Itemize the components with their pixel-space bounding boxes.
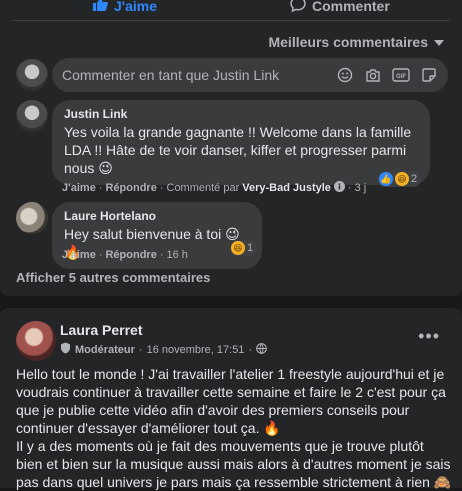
comment-time[interactable]: 3 j <box>355 182 367 194</box>
divider <box>12 20 450 21</box>
show-more-comments-link[interactable]: Afficher 5 autres commentaires <box>16 270 210 285</box>
comment-like-link[interactable]: J'aime <box>62 182 96 194</box>
comment-meta: J'aime · Répondre · Commenté par Very-Ba… <box>62 181 367 195</box>
comment-input-placeholder: Commenter en tant que Justin Link <box>62 67 280 83</box>
comment-meta: J'aime · Répondre · 16 h <box>62 249 188 261</box>
current-user-avatar[interactable] <box>16 59 48 91</box>
post-author[interactable]: Laura Perret <box>60 322 142 338</box>
like-button[interactable]: J'aime <box>92 0 157 15</box>
commenter-avatar[interactable] <box>16 100 48 132</box>
comment-reply-link[interactable]: Répondre <box>105 182 156 194</box>
svg-text:GIF: GIF <box>396 74 406 80</box>
comment-author[interactable]: Justin Link <box>64 107 418 121</box>
speech-bubble-icon <box>290 0 306 15</box>
comment-label: Commenter <box>312 0 390 14</box>
reaction-summary[interactable]: 👍 😆 2 <box>377 171 422 187</box>
comment-text: Yes voila la grande gagnante !! Welcome … <box>64 124 412 176</box>
comment-reply-link[interactable]: Répondre <box>105 249 156 261</box>
like-label: J'aime <box>114 0 158 14</box>
sort-comments-dropdown[interactable]: Meilleurs commentaires <box>268 34 444 50</box>
reaction-summary[interactable]: 😆 1 <box>229 240 258 256</box>
comment-like-link[interactable]: J'aime <box>62 249 96 261</box>
comments-card: J'aime Commenter Meilleurs commentaires … <box>0 0 462 296</box>
sort-label: Meilleurs commentaires <box>268 34 428 50</box>
comment-author[interactable]: Laure Hortelano <box>64 209 250 223</box>
reaction-count: 2 <box>411 173 418 185</box>
comment-time[interactable]: 16 h <box>167 249 188 261</box>
more-options-icon[interactable]: ••• <box>418 326 440 347</box>
comment-bubble: Justin Link Yes voila la grande gagnante… <box>52 100 430 185</box>
thumbs-up-icon <box>92 0 108 15</box>
sticker-icon[interactable] <box>420 66 438 84</box>
gif-icon[interactable]: GIF <box>392 66 410 84</box>
moderator-shield-icon <box>60 342 71 357</box>
commenter-avatar[interactable] <box>16 202 48 234</box>
post-author-role: Modérateur <box>75 343 135 356</box>
comment-button[interactable]: Commenter <box>290 0 390 15</box>
post-author-avatar[interactable] <box>16 321 56 361</box>
camera-icon[interactable] <box>364 66 382 84</box>
comment-input-tools: GIF <box>336 66 438 84</box>
globe-icon <box>256 342 267 357</box>
emoji-icon[interactable] <box>336 66 354 84</box>
post-card: Laura Perret Modérateur · 16 novembre, 1… <box>0 308 462 490</box>
post-date[interactable]: 16 novembre, 17:51 <box>147 344 245 356</box>
reaction-count: 1 <box>247 242 254 254</box>
commented-by-prefix: Commenté par <box>166 182 240 194</box>
post-meta: Modérateur · 16 novembre, 17:51 · <box>60 342 267 357</box>
post-actions-bar: J'aime Commenter <box>0 0 462 14</box>
caret-down-icon <box>434 34 444 50</box>
like-reaction-icon: 👍 <box>379 172 393 186</box>
comment-input[interactable]: Commenter en tant que Justin Link GIF <box>52 58 448 92</box>
haha-reaction-icon: 😆 <box>231 241 245 255</box>
haha-reaction-icon: 😆 <box>395 172 409 186</box>
info-icon[interactable] <box>333 181 345 195</box>
post-text: Hello tout le monde ! J'ai travailler l'… <box>16 366 452 490</box>
commented-by-name[interactable]: Very-Bad Justyle <box>242 182 331 194</box>
